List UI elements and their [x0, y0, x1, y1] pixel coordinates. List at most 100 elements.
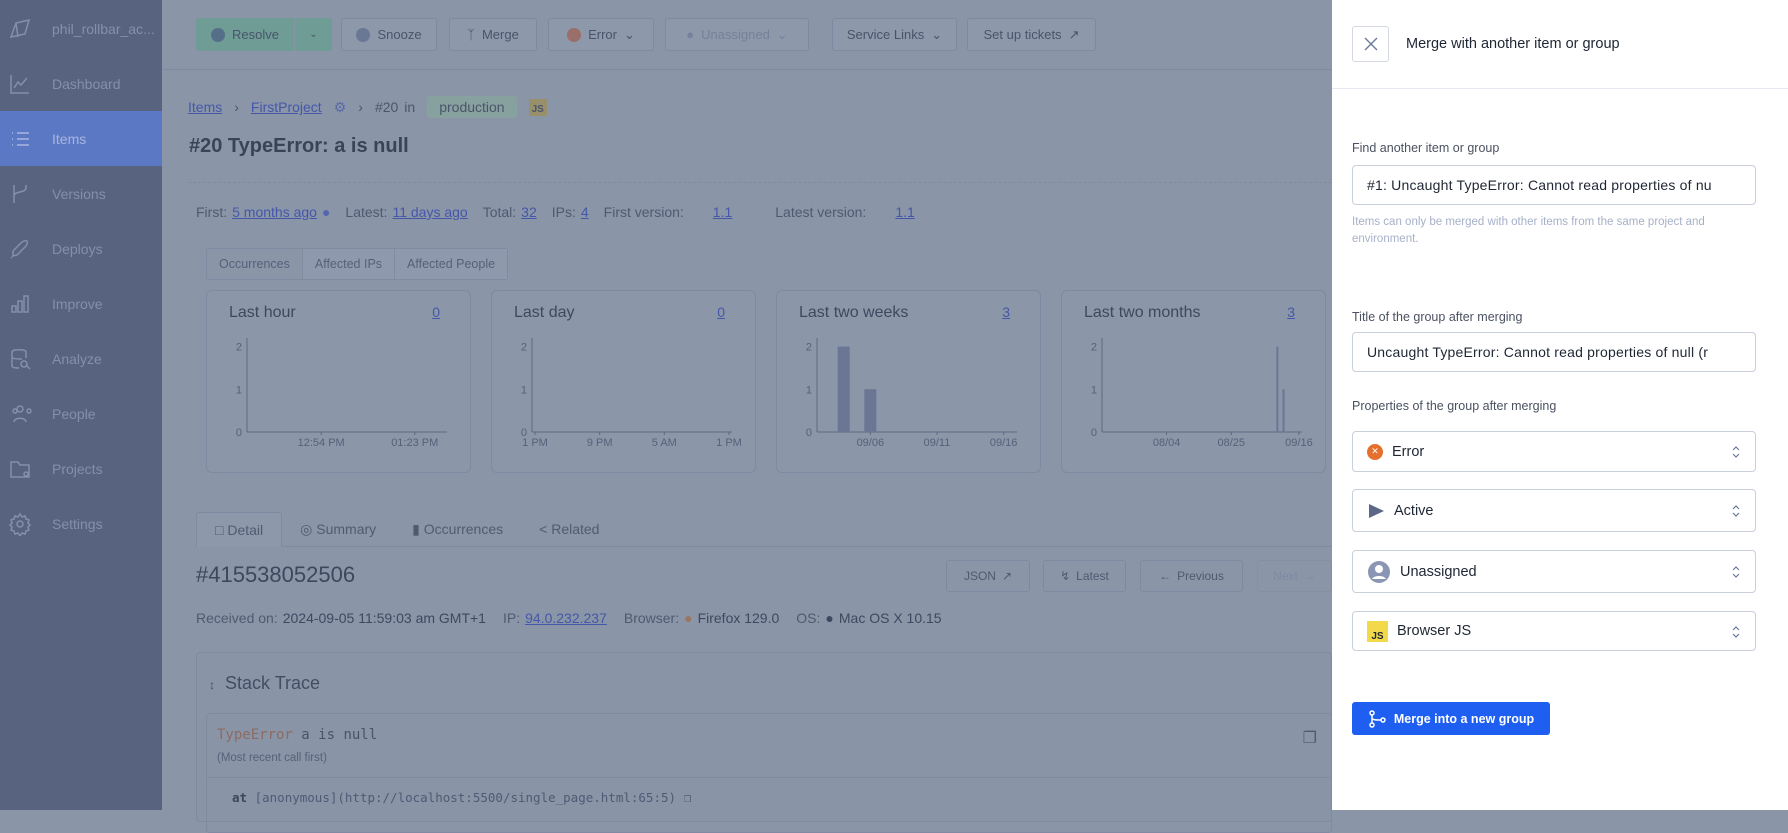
- breadcrumb-project-link[interactable]: FirstProject: [251, 99, 322, 115]
- divider: [207, 777, 1331, 778]
- sidebar-item-label: Dashboard: [52, 75, 121, 92]
- x-tick-label: 1 PM: [716, 437, 742, 449]
- sidebar-item-projects[interactable]: Projects: [0, 441, 162, 496]
- breadcrumb-items-link[interactable]: Items: [188, 99, 222, 115]
- sidebar-item-label: People: [52, 405, 96, 422]
- chevron-up-down-icon: [1732, 505, 1740, 517]
- x-tick-label: 09/06: [857, 437, 885, 449]
- tab-affected-ips[interactable]: Affected IPs: [302, 249, 396, 279]
- graph-tabs: Occurrences Affected IPs Affected People: [206, 248, 509, 280]
- framework-value: Browser JS: [1397, 623, 1472, 639]
- external-link-icon: ↗: [1001, 569, 1013, 583]
- submit-label: Merge into a new group: [1393, 711, 1535, 726]
- copy-icon[interactable]: ❐: [684, 790, 692, 805]
- merge-into-new-group-button[interactable]: Merge into a new group: [1352, 702, 1550, 735]
- gear-icon[interactable]: ⚙: [334, 99, 347, 116]
- ips-link[interactable]: 4: [581, 204, 589, 220]
- info-icon[interactable]: ●: [322, 204, 330, 220]
- first-seen-link[interactable]: 5 months ago: [232, 204, 317, 220]
- assignee-select[interactable]: Unassigned: [1352, 550, 1756, 593]
- group-title-input[interactable]: Uncaught TypeError: Cannot read properti…: [1352, 332, 1756, 372]
- ip-link[interactable]: 94.0.232.237: [525, 610, 607, 626]
- previous-button[interactable]: ← Previous: [1140, 560, 1243, 592]
- received-label: Received on:: [196, 610, 278, 626]
- framework-select[interactable]: JS Browser JS: [1352, 611, 1756, 651]
- stack-note: (Most recent call first): [217, 752, 327, 764]
- sidebar-item-deploys[interactable]: Deploys: [0, 221, 162, 276]
- sidebar-item-analyze[interactable]: Analyze: [0, 331, 162, 386]
- next-button[interactable]: Next →: [1257, 560, 1332, 592]
- x-tick-label: 9 PM: [587, 437, 613, 449]
- database-search-icon: [11, 348, 31, 370]
- latest-version-link[interactable]: 1.1: [895, 204, 914, 220]
- check-circle-icon: [211, 27, 226, 42]
- js-logo-icon: JS: [1367, 620, 1388, 642]
- error-icon: ✕: [1367, 443, 1383, 460]
- share-icon: <: [539, 521, 552, 537]
- snooze-label: Snooze: [377, 27, 422, 42]
- tab-occurrences[interactable]: Occurrences: [207, 249, 303, 279]
- breadcrumb-in: in: [404, 99, 416, 115]
- find-item-input[interactable]: #1: Uncaught TypeError: Cannot read prop…: [1352, 165, 1756, 205]
- close-icon: [1364, 37, 1377, 51]
- bar: [1282, 389, 1285, 432]
- tickets-label: Set up tickets: [983, 27, 1062, 42]
- level-dropdown[interactable]: Error ⌄: [548, 18, 654, 51]
- sidebar-item-settings[interactable]: Settings: [0, 496, 162, 551]
- tab-related[interactable]: < Related: [521, 512, 617, 547]
- terminal-icon: □: [215, 522, 228, 538]
- external-link-icon: ↗: [1068, 26, 1080, 42]
- y-tick-label: 1: [1091, 384, 1097, 396]
- breadcrumb: Items › FirstProject ⚙ › #20 in production J…: [188, 96, 547, 118]
- json-button[interactable]: JSON ↗: [946, 560, 1030, 592]
- sidebar-item-items[interactable]: Items: [0, 111, 162, 166]
- x-tick-label: 09/11: [924, 437, 951, 449]
- assignee-value: Unassigned: [1400, 563, 1477, 580]
- y-tick-label: 2: [521, 342, 527, 354]
- account-switcher[interactable]: phil_rollbar_ac...: [0, 1, 162, 56]
- level-select[interactable]: ✕ Error: [1352, 431, 1756, 472]
- resolve-dropdown-button[interactable]: ⌄: [295, 18, 332, 51]
- chart-card: Last day 0 0 1 2 1 PM 9 PM 5 AM 1 PM: [491, 290, 756, 473]
- collapse-icon[interactable]: ↕: [209, 678, 215, 692]
- sidebar-item-people[interactable]: People: [0, 386, 162, 441]
- sidebar-item-versions[interactable]: Versions: [0, 166, 162, 221]
- chevron-down-icon: ⌄: [931, 26, 943, 42]
- total-link[interactable]: 32: [521, 204, 537, 220]
- tab-affected-people[interactable]: Affected People: [395, 249, 508, 279]
- level-label: Error: [588, 27, 617, 42]
- set-up-tickets-button[interactable]: Set up tickets ↗: [967, 18, 1096, 51]
- close-button[interactable]: [1352, 26, 1389, 62]
- status-select[interactable]: Active: [1352, 489, 1756, 532]
- error-level-icon: [567, 27, 582, 42]
- tab-related-label: Related: [551, 521, 600, 537]
- chart-card: Last hour 0 0 1 2 12:54 PM 01:23 PM: [206, 290, 471, 473]
- stack-trace-header[interactable]: ↕ Stack Trace: [209, 673, 320, 694]
- first-version-label: First version:: [603, 204, 684, 220]
- bar: [1276, 346, 1279, 432]
- latest-button[interactable]: ↯ Latest: [1043, 560, 1126, 592]
- sidebar-item-label: Versions: [52, 185, 106, 202]
- service-links-dropdown[interactable]: Service Links ⌄: [832, 18, 957, 51]
- bar: [864, 389, 877, 432]
- merge-icon: ᛉ: [467, 27, 475, 42]
- first-version-link[interactable]: 1.1: [713, 204, 732, 220]
- tab-summary[interactable]: ◎ Summary: [282, 512, 394, 547]
- snooze-button[interactable]: Snooze: [341, 18, 437, 51]
- tab-occurrences-detail[interactable]: ▮ Occurrences: [394, 512, 521, 547]
- y-tick-label: 0: [236, 427, 242, 439]
- browser-label: Browser:: [623, 610, 680, 626]
- tab-detail[interactable]: □ Detail: [196, 512, 283, 547]
- find-label: Find another item or group: [1352, 141, 1500, 155]
- sidebar-item-label: Projects: [52, 460, 103, 477]
- sidebar-item-improve[interactable]: Improve: [0, 276, 162, 331]
- sidebar-item-dashboard[interactable]: Dashboard: [0, 56, 162, 111]
- arrow-left-icon: ←: [1159, 569, 1172, 583]
- latest-seen-link[interactable]: 11 days ago: [392, 204, 467, 220]
- chevron-down-icon: ⌄: [623, 26, 635, 42]
- merge-button[interactable]: ᛉ Merge: [449, 18, 537, 51]
- copy-icon[interactable]: ❐: [1303, 728, 1317, 748]
- os-value: Mac OS X 10.15: [838, 610, 942, 626]
- resolve-button[interactable]: Resolve: [196, 18, 294, 51]
- assignee-dropdown[interactable]: ● Unassigned ⌄: [665, 18, 809, 51]
